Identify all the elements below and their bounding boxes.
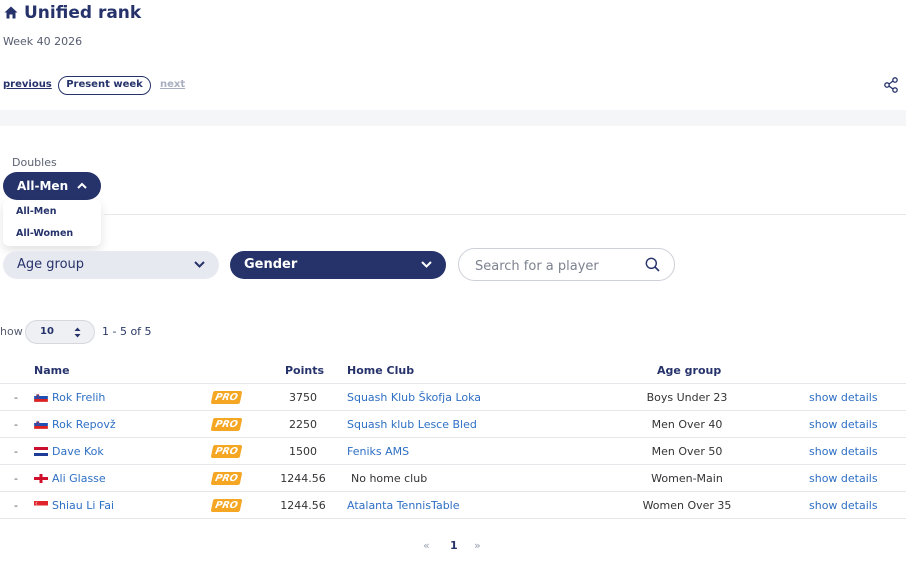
home-club-link[interactable]: Squash klub Lesce Bled [347, 418, 477, 431]
points-cell: 3750 [289, 391, 317, 404]
england-flag [34, 472, 52, 485]
chevron-down-icon [194, 261, 205, 268]
table-row-player[interactable]: Rok Frelih [34, 391, 105, 404]
netherlands-flag [34, 445, 52, 458]
gender-label: Gender [244, 257, 298, 272]
show-details-link[interactable]: show details [809, 445, 878, 458]
show-details-link[interactable]: show details [809, 418, 878, 431]
home-club-link[interactable]: Feniks AMS [347, 445, 409, 458]
singapore-flag [34, 499, 52, 512]
pro-badge: PRO [210, 472, 243, 485]
pagination-next[interactable]: » [474, 539, 481, 552]
row-divider [0, 464, 906, 465]
pro-badge: PRO [210, 391, 243, 404]
divider [104, 214, 906, 215]
points-cell: 2250 [289, 418, 317, 431]
column-header-home-club[interactable]: Home Club [347, 364, 414, 377]
player-search [458, 248, 675, 281]
home-club-link[interactable]: Atalanta TennisTable [347, 499, 460, 512]
gender-select[interactable]: Gender [230, 251, 446, 279]
player-name-link[interactable]: Shiau Li Fai [52, 499, 114, 512]
age-group-cell: Women-Main [651, 472, 723, 485]
row-dash: - [14, 445, 18, 458]
show-entries-label: how [0, 325, 23, 338]
home-club-link[interactable]: Squash Klub Škofja Loka [347, 391, 481, 404]
chevron-up-icon [77, 182, 87, 189]
pro-badge: PRO [210, 499, 243, 512]
player-name-link[interactable]: Rok Repovž [52, 418, 116, 431]
search-icon[interactable] [645, 257, 660, 272]
age-group-cell: Men Over 40 [651, 418, 723, 431]
doubles-select[interactable]: All-Men [3, 172, 101, 200]
player-name-link[interactable]: Rok Frelih [52, 391, 105, 404]
column-header-points[interactable]: Points [285, 364, 324, 377]
points-cell: 1500 [289, 445, 317, 458]
sort-arrows-icon [74, 327, 81, 338]
age-group-cell: Women Over 35 [642, 499, 732, 512]
share-icon[interactable] [883, 77, 899, 93]
page-size-value: 10 [40, 326, 54, 337]
table-row-player[interactable]: Rok Repovž [34, 418, 116, 431]
page-size-select[interactable]: 10 [25, 320, 95, 344]
age-group-select[interactable]: Age group [3, 251, 219, 279]
column-header-age-group[interactable]: Age group [657, 364, 721, 377]
table-row-player[interactable]: Ali Glasse [34, 472, 106, 485]
pro-badge: PRO [210, 418, 243, 431]
next-week-link[interactable]: next [160, 79, 185, 90]
slovenia-flag [34, 418, 52, 431]
row-dash: - [14, 391, 18, 404]
player-search-input[interactable] [473, 255, 642, 277]
results-range: 1 - 5 of 5 [102, 325, 152, 338]
row-divider [0, 491, 906, 492]
doubles-selected-value: All-Men [17, 179, 69, 193]
doubles-label: Doubles [12, 156, 57, 169]
previous-week-link[interactable]: previous [3, 79, 52, 90]
week-label: Week 40 2026 [3, 35, 83, 48]
pagination-page-1[interactable]: 1 [450, 539, 458, 552]
column-header-name[interactable]: Name [34, 364, 70, 377]
age-group-label: Age group [17, 257, 85, 272]
pro-badge: PRO [210, 445, 243, 458]
doubles-dropdown-menu: All-Men All-Women [3, 200, 101, 246]
row-divider [0, 383, 906, 384]
present-week-button[interactable]: Present week [58, 76, 151, 95]
age-group-cell: Boys Under 23 [646, 391, 728, 404]
section-band [0, 110, 906, 126]
show-details-link[interactable]: show details [809, 391, 878, 404]
home-club-text: No home club [351, 472, 428, 485]
points-cell: 1244.56 [280, 499, 326, 512]
table-row-player[interactable]: Dave Kok [34, 445, 104, 458]
show-details-link[interactable]: show details [809, 472, 878, 485]
home-icon[interactable] [4, 6, 18, 19]
row-dash: - [14, 499, 18, 512]
show-details-link[interactable]: show details [809, 499, 878, 512]
doubles-option-all-women[interactable]: All-Women [16, 228, 73, 239]
age-group-cell: Men Over 50 [651, 445, 723, 458]
pagination-prev[interactable]: « [423, 539, 430, 552]
slovenia-flag [34, 391, 52, 404]
doubles-option-all-men[interactable]: All-Men [16, 206, 56, 217]
player-name-link[interactable]: Dave Kok [52, 445, 104, 458]
player-name-link[interactable]: Ali Glasse [52, 472, 106, 485]
chevron-down-icon [421, 261, 432, 268]
points-cell: 1244.56 [280, 472, 326, 485]
row-dash: - [14, 472, 18, 485]
table-row-player[interactable]: Shiau Li Fai [34, 499, 114, 512]
page-title: Unified rank [24, 3, 142, 23]
row-divider [0, 410, 906, 411]
row-dash: - [14, 418, 18, 431]
row-divider [0, 518, 906, 519]
row-divider [0, 437, 906, 438]
